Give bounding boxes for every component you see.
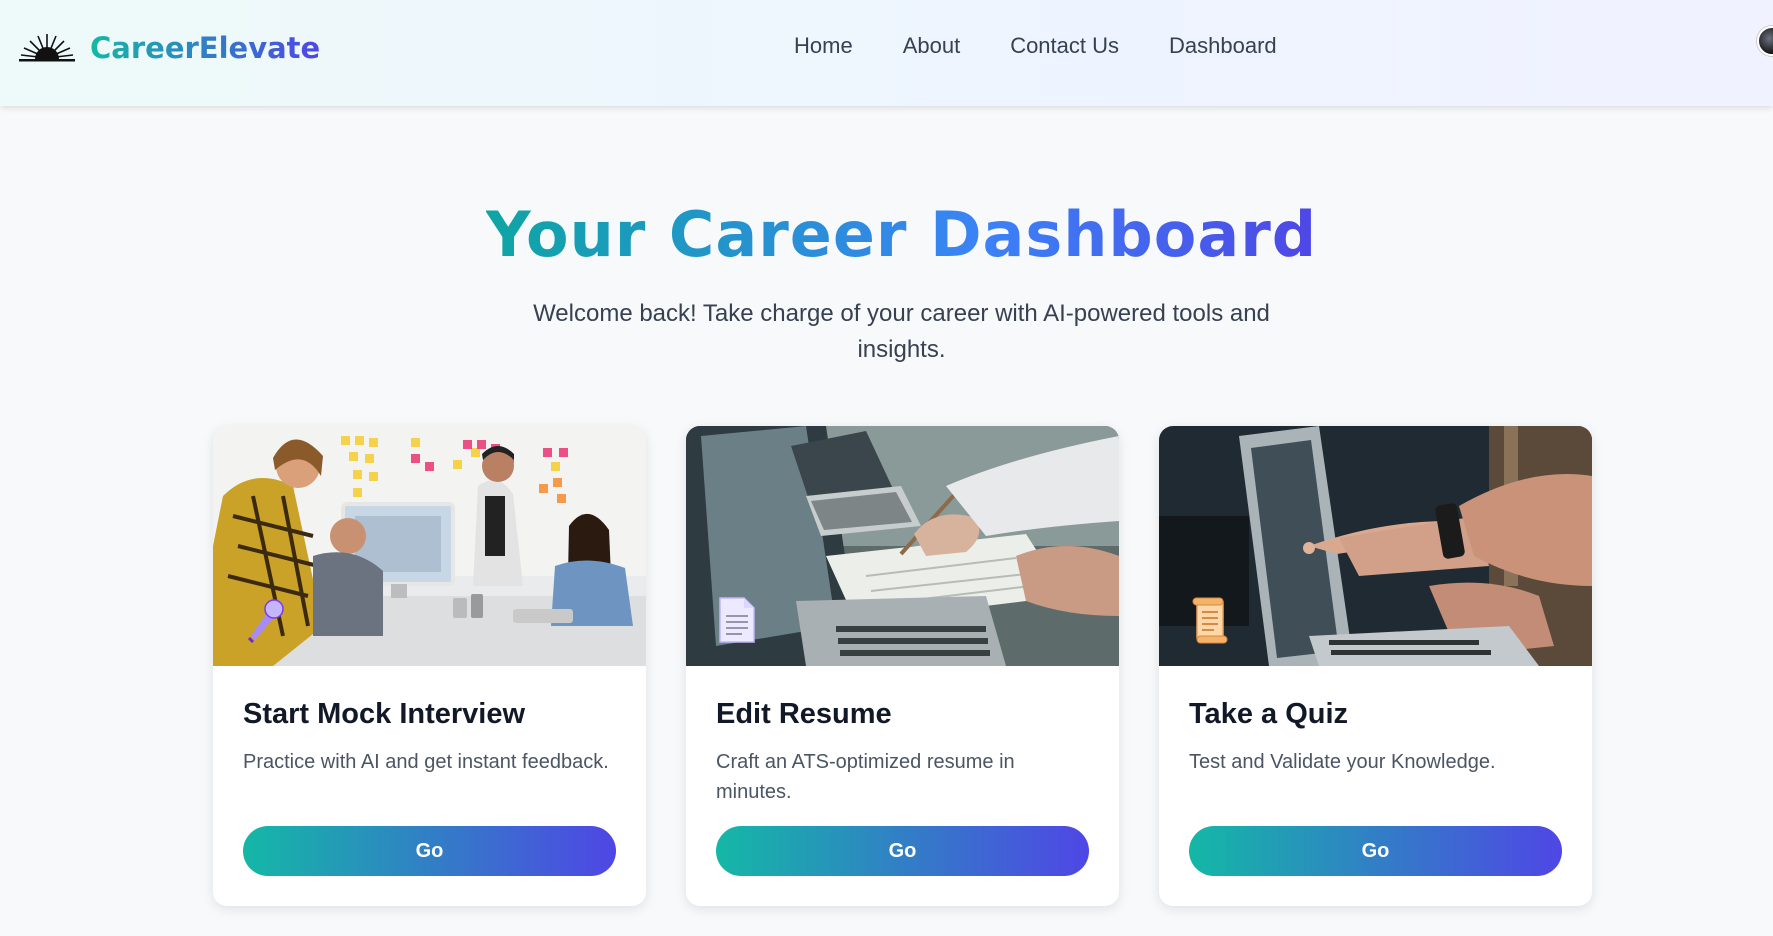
- card-description: Craft an ATS-optimized resume in minutes…: [716, 751, 1015, 803]
- page-subtitle: Welcome back! Take charge of your career…: [533, 300, 1270, 363]
- card-description: Practice with AI and get instant feedbac…: [243, 751, 609, 773]
- card-edit-resume: Edit Resume Craft an ATS-optimized resum…: [686, 426, 1119, 906]
- brand-name: CareerElevate: [90, 31, 321, 65]
- nav-link-home[interactable]: Home: [794, 33, 853, 59]
- scroll-icon: [1192, 597, 1228, 644]
- top-navbar: CareerElevate Home About Contact Us Dash…: [0, 0, 1773, 106]
- edit-resume-button[interactable]: Go: [716, 826, 1089, 876]
- card-title: Edit Resume: [716, 698, 892, 730]
- card-body: Edit Resume Craft an ATS-optimized resum…: [686, 666, 1119, 807]
- take-quiz-button[interactable]: Go: [1189, 826, 1562, 876]
- microphone-icon: [247, 599, 284, 644]
- nav-link-about[interactable]: About: [903, 33, 961, 59]
- feature-cards: Start Mock Interview Practice with AI an…: [213, 426, 1592, 906]
- start-mock-interview-button[interactable]: Go: [243, 826, 616, 876]
- card-take-quiz: Take a Quiz Test and Validate your Knowl…: [1159, 426, 1592, 906]
- nav-link-contact[interactable]: Contact Us: [1010, 33, 1119, 59]
- card-title: Start Mock Interview: [243, 698, 526, 730]
- laptop-pointing-photo: [1159, 426, 1592, 666]
- card-body: Start Mock Interview Practice with AI an…: [213, 666, 646, 807]
- team-meeting-photo: [213, 426, 646, 666]
- nav-link-dashboard[interactable]: Dashboard: [1169, 33, 1277, 59]
- card-mock-interview: Start Mock Interview Practice with AI an…: [213, 426, 646, 906]
- laptop-writing-photo: [686, 426, 1119, 666]
- card-description: Test and Validate your Knowledge.: [1189, 751, 1496, 773]
- card-body: Take a Quiz Test and Validate your Knowl…: [1159, 666, 1592, 807]
- user-avatar[interactable]: [1757, 26, 1773, 56]
- page-title-text: Your Career Dashboard: [485, 198, 1318, 271]
- sunrise-icon: [19, 34, 75, 62]
- page-title: Your Career Dashboard: [0, 198, 1773, 271]
- brand[interactable]: CareerElevate: [18, 28, 320, 68]
- card-title: Take a Quiz: [1189, 698, 1349, 730]
- main-nav: Home About Contact Us Dashboard: [794, 33, 1277, 59]
- document-icon: [719, 597, 755, 643]
